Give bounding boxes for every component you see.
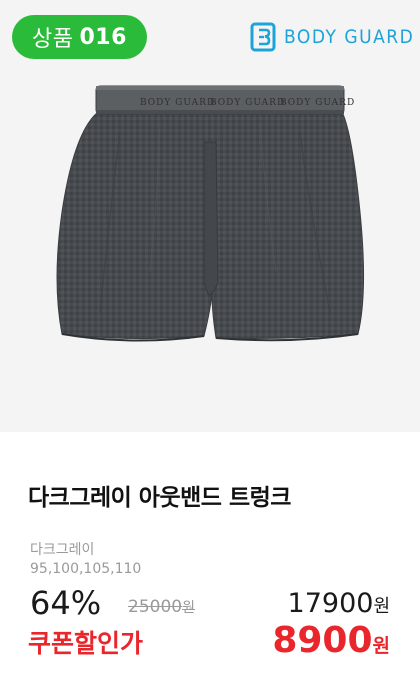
discount-percent: 64%: [30, 584, 102, 622]
product-color: 다크그레이: [30, 542, 95, 558]
waistband-logo-left: BODY GUARD: [140, 98, 215, 108]
coupon-price-unit: 원: [372, 635, 390, 657]
waistband-logo-center: BODY GUARD: [210, 98, 285, 108]
product-image[interactable]: BODY GUARD BODY GUARD BODY GUARD: [40, 72, 380, 392]
product-number-badge: 상품 016: [12, 15, 147, 59]
original-price: 25000원: [128, 597, 195, 617]
coupon-discount-label: 쿠폰할인가: [28, 629, 144, 658]
bodyguard-logo-icon: [250, 22, 276, 52]
badge-number: 016: [79, 24, 127, 50]
sale-price: 17900원: [288, 588, 390, 619]
original-price-unit: 원: [182, 600, 195, 616]
product-hero: 상품 016 BODY GUARD BODY GUARD BODY GUARD …: [0, 0, 420, 432]
brand-name: BODY GUARD: [284, 26, 415, 48]
original-price-value: 25000: [128, 597, 183, 617]
product-title[interactable]: 다크그레이 아웃밴드 트렁크: [28, 478, 291, 512]
brand-logo: BODY GUARD: [250, 22, 414, 52]
product-sizes: 95,100,105,110: [30, 561, 142, 577]
coupon-price: 8900원: [272, 620, 390, 661]
sale-price-value: 17900: [287, 588, 374, 619]
coupon-price-value: 8900: [272, 620, 373, 661]
waistband-logo-right: BODY GUARD: [280, 98, 355, 108]
badge-prefix: 상품: [32, 27, 74, 52]
sale-price-unit: 원: [373, 596, 390, 617]
